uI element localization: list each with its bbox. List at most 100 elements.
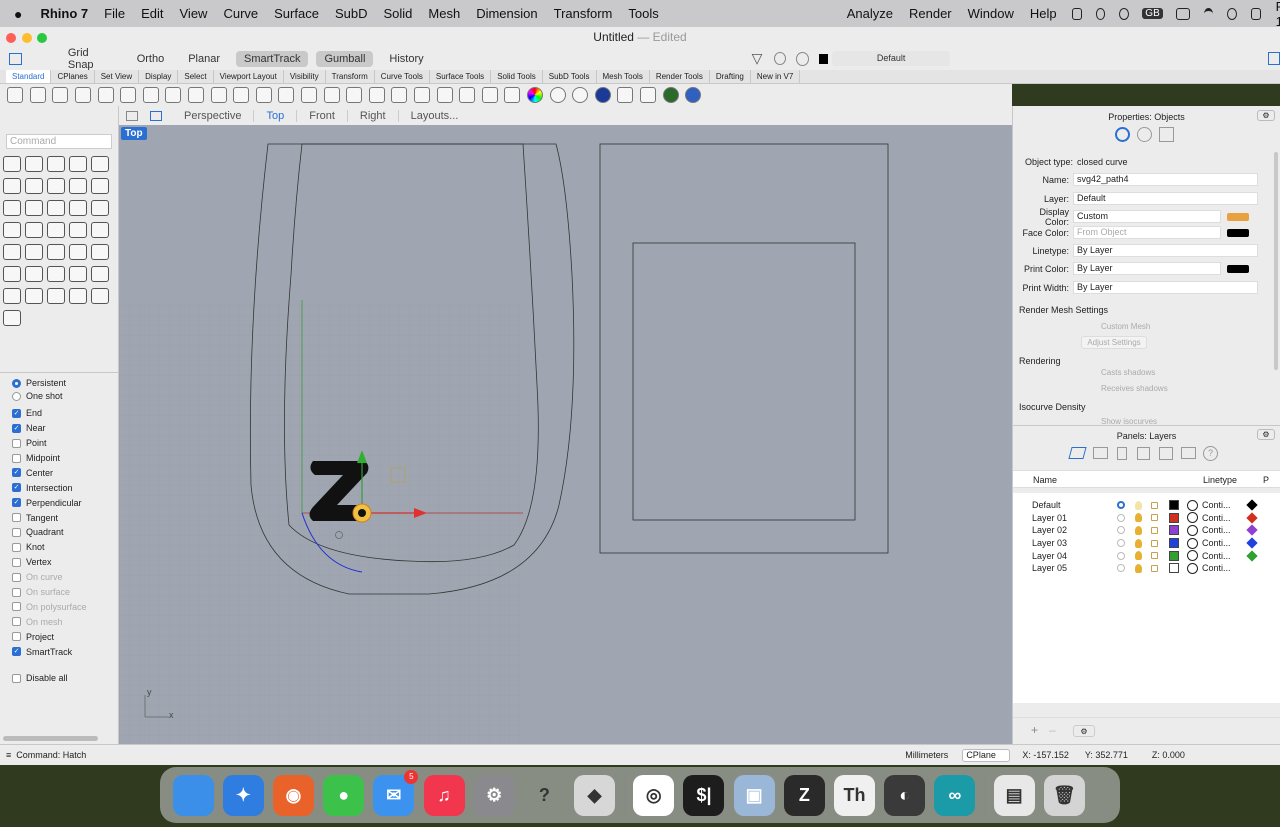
unroll-icon[interactable] [91,288,109,304]
layer-name[interactable]: Layer 02 [1013,525,1117,535]
rotate-icon[interactable] [47,266,65,282]
export-icon[interactable] [97,87,114,103]
osnap-vertex[interactable]: Vertex [12,555,116,570]
finder-icon[interactable] [172,774,214,816]
named-cplanes-icon[interactable] [1159,447,1173,460]
move-icon[interactable] [3,266,21,282]
material-circle-icon[interactable] [1187,499,1198,511]
menu-curve[interactable]: Curve [215,6,266,21]
extrude-surface-icon[interactable] [25,200,43,216]
named-position-icon[interactable] [436,87,453,103]
layer-row[interactable]: Layer 03 Conti... [1013,537,1280,550]
dimension-icon[interactable] [91,266,109,282]
menu-surface[interactable]: Surface [266,6,327,21]
copy-objects-icon[interactable] [25,266,43,282]
render-sphere-icon[interactable] [572,87,589,103]
document-icon[interactable] [1117,447,1127,460]
array-icon[interactable] [3,288,21,304]
osnap-on-mesh[interactable]: On mesh [12,614,116,629]
osnap-quadrant[interactable]: Quadrant [12,525,116,540]
filter-icon[interactable]: ▽ [752,50,763,67]
terminal-icon[interactable]: $| [683,774,725,816]
grid-layout-icon[interactable] [126,110,138,121]
right-panel-toggle-icon[interactable] [1268,52,1280,65]
viewport-layout-icon[interactable] [346,87,363,103]
curve-icon[interactable] [69,156,87,172]
car-icon[interactable] [368,87,385,103]
print-color-diamond-icon[interactable] [1246,524,1258,537]
layers-tab-icon[interactable] [1068,447,1087,459]
tab-layouts[interactable]: Layouts... [399,110,471,122]
osnap-on-polysurface[interactable]: On polysurface [12,599,116,614]
name-field[interactable]: svg42_path4 [1073,173,1258,186]
menu-window[interactable]: Window [960,6,1022,21]
cut-icon[interactable] [120,87,137,103]
object-props-icon[interactable] [1115,127,1130,142]
preview-icon[interactable]: ▣ [733,774,775,816]
checkbox-icon[interactable] [12,513,21,523]
gumball-toggle[interactable]: Gumball [316,50,374,67]
tab-display[interactable]: Display [139,70,179,83]
layer-linetype[interactable]: Conti... [1202,525,1238,535]
menu-dimension[interactable]: Dimension [468,6,545,21]
checkbox-icon[interactable] [12,557,21,567]
battery-icon[interactable] [1175,7,1190,20]
tab-render-tools[interactable]: Render Tools [650,70,710,83]
print-color-diamond-icon[interactable] [1246,499,1258,511]
help-icon[interactable] [685,87,702,103]
properties-scrollbar[interactable] [1274,152,1278,370]
lock-icon[interactable] [1151,564,1158,572]
music-icon[interactable]: ♫ [423,774,465,816]
tab-cplanes[interactable]: CPlanes [51,70,95,83]
ortho-toggle[interactable]: Ortho [129,51,173,67]
visibility-bulb-icon[interactable] [1135,500,1142,510]
osnap-intersection[interactable]: ✓ Intersection [12,480,116,495]
layer-linetype[interactable]: Conti... [1202,538,1238,548]
join-icon[interactable] [3,244,21,260]
tab-new-in-v7[interactable]: New in V7 [751,70,801,83]
layer-name[interactable]: Layer 01 [1013,513,1117,523]
layer-linetype[interactable]: Conti... [1202,563,1238,573]
face-color-select[interactable]: From Object [1073,226,1221,239]
layers-col-p[interactable]: P [1263,475,1269,485]
lock-icon[interactable] [1151,526,1158,534]
osnap-near[interactable]: ✓ Near [12,421,116,436]
blue-sphere-icon[interactable] [594,87,611,103]
custom-mesh-checkbox[interactable]: Custom Mesh [1101,322,1150,331]
control-center-icon[interactable] [1250,7,1261,20]
cplane-icon[interactable] [413,87,430,103]
layer-linetype[interactable]: Conti... [1202,500,1238,510]
tab-front[interactable]: Front [297,109,348,122]
mesh-icon[interactable] [3,222,21,238]
trash-icon[interactable]: 🗑 [1043,774,1085,816]
menu-solid[interactable]: Solid [375,6,420,21]
material-circle-icon[interactable] [1187,562,1198,574]
checkbox-icon[interactable] [12,542,21,552]
material-circle-icon[interactable] [1187,524,1198,536]
checkbox-icon[interactable]: ✓ [12,423,21,433]
units-label[interactable]: Millimeters [905,750,948,760]
display-color-swatch[interactable] [1227,212,1249,221]
layer-name[interactable]: Layer 05 [1013,563,1117,573]
tab-standard[interactable]: Standard [6,70,52,83]
ellipse-icon[interactable] [3,178,21,194]
fillet-icon[interactable] [47,244,65,260]
osnap-disable-all[interactable]: Disable all [12,671,116,686]
layer-color-swatch[interactable] [1169,563,1179,574]
checkbox-icon[interactable] [12,527,21,537]
block-icon[interactable] [1137,447,1150,460]
checkbox-icon[interactable]: ✓ [12,408,21,418]
system-settings-icon[interactable]: ⚙ [473,774,515,816]
explode-icon[interactable] [25,244,43,260]
print-color-diamond-icon[interactable] [1246,512,1258,524]
undo-icon[interactable] [188,87,205,103]
menu-transform[interactable]: Transform [546,6,621,21]
green-globe-icon[interactable] [662,87,679,103]
tab-visibility[interactable]: Visibility [284,70,326,83]
cplane-select[interactable]: CPlane [962,748,1011,762]
display-color-select[interactable]: Custom [1073,210,1221,223]
tab-subd-tools[interactable]: SubD Tools [543,70,597,83]
current-layer-radio-icon[interactable] [1117,551,1125,560]
polyline-icon[interactable] [47,156,65,172]
osnap-on-curve[interactable]: On curve [12,570,116,585]
